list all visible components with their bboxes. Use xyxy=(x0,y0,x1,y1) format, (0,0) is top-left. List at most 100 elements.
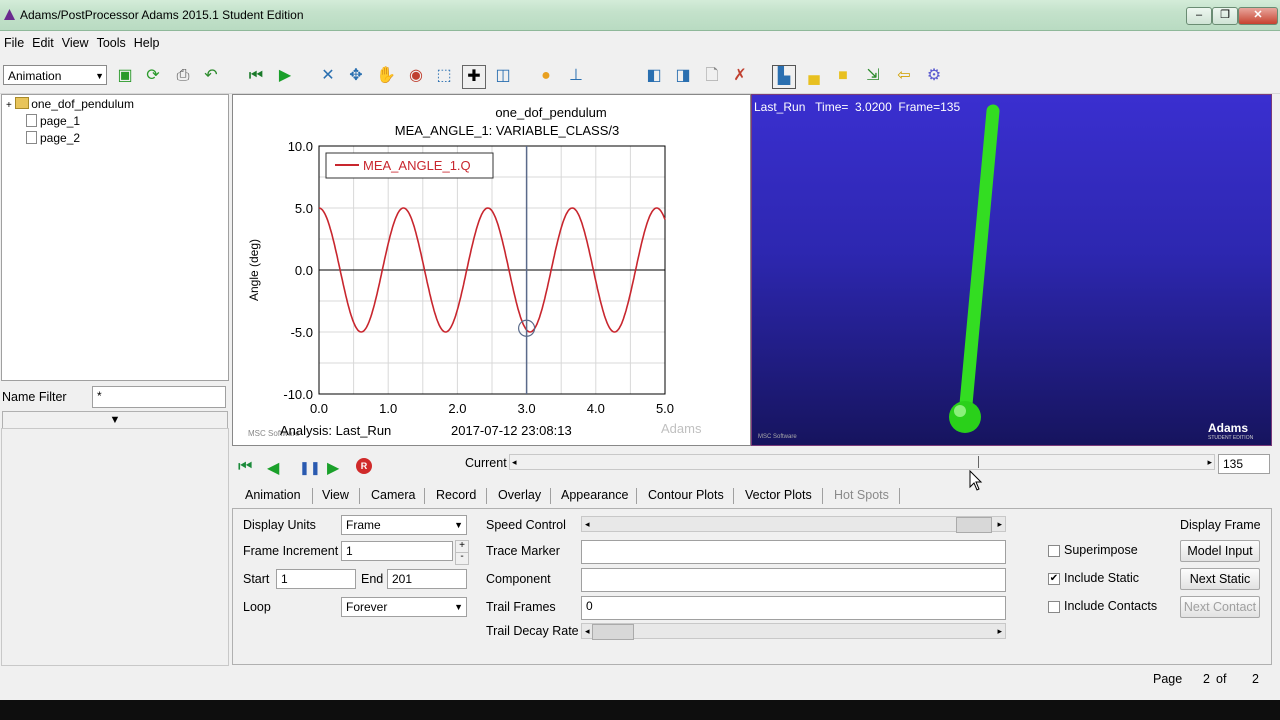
next-page-icon[interactable]: ◨ xyxy=(672,65,694,87)
plot-title: one_dof_pendulum xyxy=(495,105,606,120)
slider-left-arrow[interactable]: ◂ xyxy=(512,455,517,469)
model-input-button[interactable]: Model Input xyxy=(1180,540,1260,562)
expand-icon[interactable]: + xyxy=(6,100,12,111)
record-button[interactable]: R xyxy=(356,458,372,474)
tree-item-page-1[interactable]: page_1 xyxy=(26,114,80,128)
menu-file[interactable]: File xyxy=(4,31,24,55)
menu-help[interactable]: Help xyxy=(134,31,160,55)
menu-tools[interactable]: Tools xyxy=(97,31,126,55)
animation-viewport[interactable]: Last_Run Time= 3.0200 Frame=135 MSC Soft… xyxy=(751,94,1272,446)
frame-slider[interactable]: ◂ ▸ xyxy=(509,454,1215,470)
slider-right-arrow[interactable]: ▸ xyxy=(997,517,1002,531)
rewind-icon[interactable]: ⏮ xyxy=(245,65,267,87)
include-static-checkbox[interactable]: ✔ xyxy=(1048,573,1060,585)
tab-camera[interactable]: Camera xyxy=(371,488,415,502)
trace-marker-input[interactable] xyxy=(581,540,1006,564)
tree-item-page-2[interactable]: page_2 xyxy=(26,131,80,145)
select-tool-icon[interactable]: ✕ xyxy=(317,65,339,87)
chevron-down-icon: ▼ xyxy=(109,414,121,426)
x-tick-label: 5.0 xyxy=(656,401,674,416)
animation-control-bar: ⏮ ◀ ❚❚ ▶ R Current ◂ ▸ 135 xyxy=(232,450,1270,491)
start-input[interactable]: 1 xyxy=(276,569,356,589)
layout-2-icon[interactable]: ▄ xyxy=(803,65,825,87)
center-icon[interactable]: ◉ xyxy=(405,65,427,87)
loop-select[interactable]: Forever ▼ xyxy=(341,597,467,617)
settings-gear-icon[interactable]: ⚙ xyxy=(923,65,945,87)
frame-increment-input[interactable]: 1 xyxy=(341,541,453,561)
undo-icon[interactable]: ↶ xyxy=(200,65,222,87)
collapse-arrow-button[interactable]: ▼ xyxy=(2,411,228,429)
chevron-down-icon: ▼ xyxy=(454,602,463,612)
menu-view[interactable]: View xyxy=(62,31,89,55)
rewind-button[interactable]: ⏮ xyxy=(238,458,252,476)
tab-record[interactable]: Record xyxy=(436,488,476,502)
restore-button[interactable]: ❐ xyxy=(1212,7,1238,25)
play-icon[interactable]: ▶ xyxy=(274,65,296,87)
view-3d-icon[interactable]: ◫ xyxy=(492,65,514,87)
previous-page-icon[interactable]: ◧ xyxy=(643,65,665,87)
menu-edit[interactable]: Edit xyxy=(32,31,54,55)
tab-vector-plots[interactable]: Vector Plots xyxy=(745,488,812,502)
increment-down-button[interactable]: - xyxy=(455,552,469,565)
include-static-label: Include Static xyxy=(1064,571,1140,585)
play-backward-button[interactable]: ◀ xyxy=(267,458,279,478)
plot-grid xyxy=(318,145,666,395)
next-static-button[interactable]: Next Static xyxy=(1180,568,1260,590)
delete-page-icon[interactable]: ✗ xyxy=(729,65,751,87)
x-tick-label: 3.0 xyxy=(518,401,536,416)
trace-marker-label: Trace Marker xyxy=(486,544,560,558)
tree-root[interactable]: + one_dof_pendulum xyxy=(6,97,134,111)
render-sphere-icon[interactable]: ● xyxy=(535,65,557,87)
speed-slider-thumb[interactable] xyxy=(956,517,992,533)
trail-decay-slider[interactable]: ◂ ▸ xyxy=(581,623,1006,640)
frame-number-input[interactable]: 135 xyxy=(1218,454,1270,474)
new-page-icon[interactable]: ▣ xyxy=(114,65,136,87)
start-label: Start xyxy=(243,572,270,586)
next-contact-button[interactable]: Next Contact xyxy=(1180,596,1260,618)
slider-right-arrow[interactable]: ▸ xyxy=(997,624,1002,638)
app-icon xyxy=(4,9,15,20)
name-filter-input[interactable]: * xyxy=(92,386,226,408)
export-icon[interactable]: ⇲ xyxy=(862,65,884,87)
tab-contour-plots[interactable]: Contour Plots xyxy=(648,488,724,502)
pan-hand-icon[interactable]: ✋ xyxy=(375,65,397,87)
plot-panel[interactable]: one_dof_pendulum MEA_ANGLE_1: VARIABLE_C… xyxy=(232,94,751,446)
axes-icon[interactable]: ⊥ xyxy=(565,65,587,87)
fit-icon[interactable]: ✚ xyxy=(462,65,486,89)
mode-select[interactable]: Animation ▼ xyxy=(3,65,107,85)
frame-slider-thumb[interactable] xyxy=(978,456,987,468)
include-contacts-checkbox[interactable] xyxy=(1048,601,1060,613)
tab-view[interactable]: View xyxy=(322,488,349,502)
tree-root-label: one_dof_pendulum xyxy=(31,97,134,111)
decay-slider-thumb[interactable] xyxy=(592,624,634,640)
end-input[interactable]: 201 xyxy=(387,569,467,589)
tab-separator xyxy=(550,488,551,504)
layout-3-icon[interactable]: ■ xyxy=(832,65,854,87)
tab-bar: Animation View Camera Record Overlay App… xyxy=(232,484,1270,506)
tab-animation[interactable]: Animation xyxy=(245,488,301,502)
zoom-box-icon[interactable]: ⬚ xyxy=(433,65,455,87)
exit-icon[interactable]: ⇦ xyxy=(893,65,915,87)
play-forward-button[interactable]: ▶ xyxy=(327,458,339,478)
slider-left-arrow[interactable]: ◂ xyxy=(585,624,590,638)
tab-overlay[interactable]: Overlay xyxy=(498,488,541,502)
component-input[interactable] xyxy=(581,568,1006,592)
tab-appearance[interactable]: Appearance xyxy=(561,488,628,502)
new-page-doc-icon[interactable]: 🗋 xyxy=(701,65,723,87)
slider-left-arrow[interactable]: ◂ xyxy=(585,517,590,531)
minimize-button[interactable]: – xyxy=(1186,7,1212,25)
reload-icon[interactable]: ⟳ xyxy=(142,65,164,87)
trail-frames-input[interactable]: 0 xyxy=(581,596,1006,620)
translate-icon[interactable]: ✥ xyxy=(345,65,367,87)
pause-button[interactable]: ❚❚ xyxy=(299,460,321,476)
print-icon[interactable]: ⎙ xyxy=(172,65,194,87)
layout-1-icon[interactable]: ▙ xyxy=(772,65,796,89)
msc-watermark: MSC Software xyxy=(758,434,797,440)
slider-right-arrow[interactable]: ▸ xyxy=(1207,455,1212,469)
close-button[interactable]: ✕ xyxy=(1238,7,1278,25)
superimpose-checkbox[interactable] xyxy=(1048,545,1060,557)
display-units-select[interactable]: Frame ▼ xyxy=(341,515,467,535)
tab-hot-spots[interactable]: Hot Spots xyxy=(834,488,889,502)
speed-control-slider[interactable]: ◂ ▸ xyxy=(581,516,1006,533)
plot-footer-timestamp: 2017-07-12 23:08:13 xyxy=(451,423,572,438)
